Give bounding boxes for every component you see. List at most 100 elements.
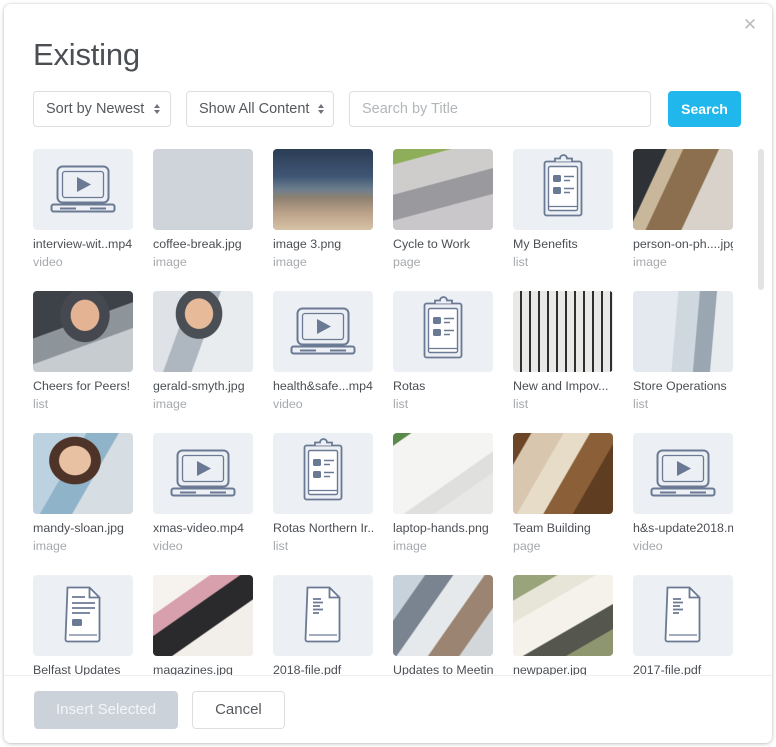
content-thumbnail [33,291,133,372]
content-tile[interactable]: Updates to Meetin...page [393,575,493,683]
video-icon [170,449,236,497]
content-grid: interview-wit..mp4 video coffee-break.jpg i… [4,140,772,683]
content-tile-type: video [153,539,183,553]
search-button[interactable]: Search [668,91,741,127]
content-tile-title: Team Building [513,521,591,535]
content-tile-type: page [393,255,421,269]
page-icon [64,586,101,643]
thumbnail-image [153,149,253,230]
video-icon [50,165,116,213]
content-tile[interactable]: laptop-hands.png image [393,433,493,554]
content-tile[interactable]: New and Impov... list [513,291,613,412]
content-tile-type: image [153,397,187,411]
content-thumbnail [273,291,373,372]
content-thumbnail [153,291,253,372]
thumbnail-image [153,575,253,656]
content-thumbnail [513,433,613,514]
content-thumbnail [273,433,373,514]
thumbnail-image [33,291,133,372]
grid-scrollbar[interactable] [758,146,764,683]
content-tile-title: gerald-smyth.jpg [153,379,245,393]
content-tile[interactable]: coffee-break.jpg image [153,149,253,270]
content-tile-title: New and Impov... [513,379,609,393]
content-tile-type: list [273,539,289,553]
content-tile[interactable]: magazines.jpgimage [153,575,253,683]
content-thumbnail [273,149,373,230]
content-tile-title: person-on-ph....jpg [633,237,733,251]
content-tile-type: video [273,397,303,411]
list-icon [543,154,583,217]
content-tile-type: list [393,397,409,411]
thumbnail-image [393,149,493,230]
content-tile[interactable]: 2017-file.pdfdownload [633,575,733,683]
content-tile[interactable]: Cycle to Work page [393,149,493,270]
video-icon [290,307,356,355]
sort-select[interactable]: Sort by Newest [33,91,171,127]
thumbnail-image [393,433,493,514]
content-tile[interactable]: Rotas list [393,291,493,412]
content-tile[interactable]: image 3.png image [273,149,373,270]
content-tile-type: video [633,539,663,553]
content-tile[interactable]: mandy-sloan.jpg image [33,433,133,554]
content-tile-title: My Benefits [513,237,578,251]
content-thumbnail [633,575,733,656]
content-tile-type: page [513,539,541,553]
content-tile-type: list [633,397,649,411]
content-tile-type: list [33,397,49,411]
content-thumbnail [393,149,493,230]
content-tile-title: interview-wit..mp4 [33,237,133,251]
existing-content-modal: ✕ Existing Sort by Newest Show All Conte… [4,4,772,743]
thumbnail-image [153,291,253,372]
toolbar: Sort by Newest Show All Content Search [33,91,741,127]
close-icon[interactable]: ✕ [739,15,761,37]
content-tile-title: laptop-hands.png [393,521,489,535]
content-tile[interactable]: My Benefits list [513,149,613,270]
content-thumbnail [393,433,493,514]
thumbnail-image [393,575,493,656]
thumbnail-image [513,433,613,514]
content-tile[interactable]: 2018-file.pdfdownload [273,575,373,683]
content-thumbnail [33,149,133,230]
updown-arrows-icon [145,104,160,114]
thumbnail-image [633,291,733,372]
content-tile-title: mandy-sloan.jpg [33,521,124,535]
sort-select-label: Sort by Newest [46,101,145,117]
content-thumbnail [513,575,613,656]
content-tile-title: coffee-break.jpg [153,237,242,251]
content-tile-type: image [153,255,187,269]
content-tile-title: Store Operations [633,379,727,393]
content-tile[interactable]: gerald-smyth.jpg image [153,291,253,412]
cancel-button[interactable]: Cancel [192,690,285,729]
content-tile[interactable]: interview-wit..mp4 video [33,149,133,270]
content-tile[interactable]: Store Operations list [633,291,733,412]
content-tile[interactable]: Team Building page [513,433,613,554]
page-title: Existing [33,37,140,72]
content-tile[interactable]: Rotas Northern Ir... list [273,433,373,554]
search-input[interactable] [349,91,651,127]
content-tile[interactable]: person-on-ph....jpg image [633,149,733,270]
content-grid-scroll-area: interview-wit..mp4 video coffee-break.jpg i… [4,140,772,683]
content-tile-title: xmas-video.mp4 [153,521,244,535]
content-tile[interactable]: health&safe...mp4 video [273,291,373,412]
updown-arrows-icon [309,104,325,114]
content-thumbnail [273,575,373,656]
content-tile[interactable]: Cheers for Peers! list [33,291,133,412]
content-tile-type: image [633,255,667,269]
content-tile[interactable]: Belfast Updatespage [33,575,133,683]
document-icon [304,586,341,643]
content-tile-title: Cheers for Peers! [33,379,131,393]
content-thumbnail [513,149,613,230]
content-tile-title: Rotas Northern Ir... [273,521,373,535]
content-tile-title: health&safe...mp4 [273,379,373,393]
content-filter-select[interactable]: Show All Content [186,91,334,127]
content-thumbnail [393,291,493,372]
content-tile[interactable]: newpaper.jpgimage [513,575,613,683]
content-tile-title: Cycle to Work [393,237,470,251]
content-tile[interactable]: xmas-video.mp4 video [153,433,253,554]
content-thumbnail [633,291,733,372]
thumbnail-image [513,575,613,656]
content-thumbnail [513,291,613,372]
grid-scrollbar-thumb[interactable] [758,149,764,290]
content-tile[interactable]: h&s-update2018.mp4 video [633,433,733,554]
insert-selected-button[interactable]: Insert Selected [34,690,179,729]
